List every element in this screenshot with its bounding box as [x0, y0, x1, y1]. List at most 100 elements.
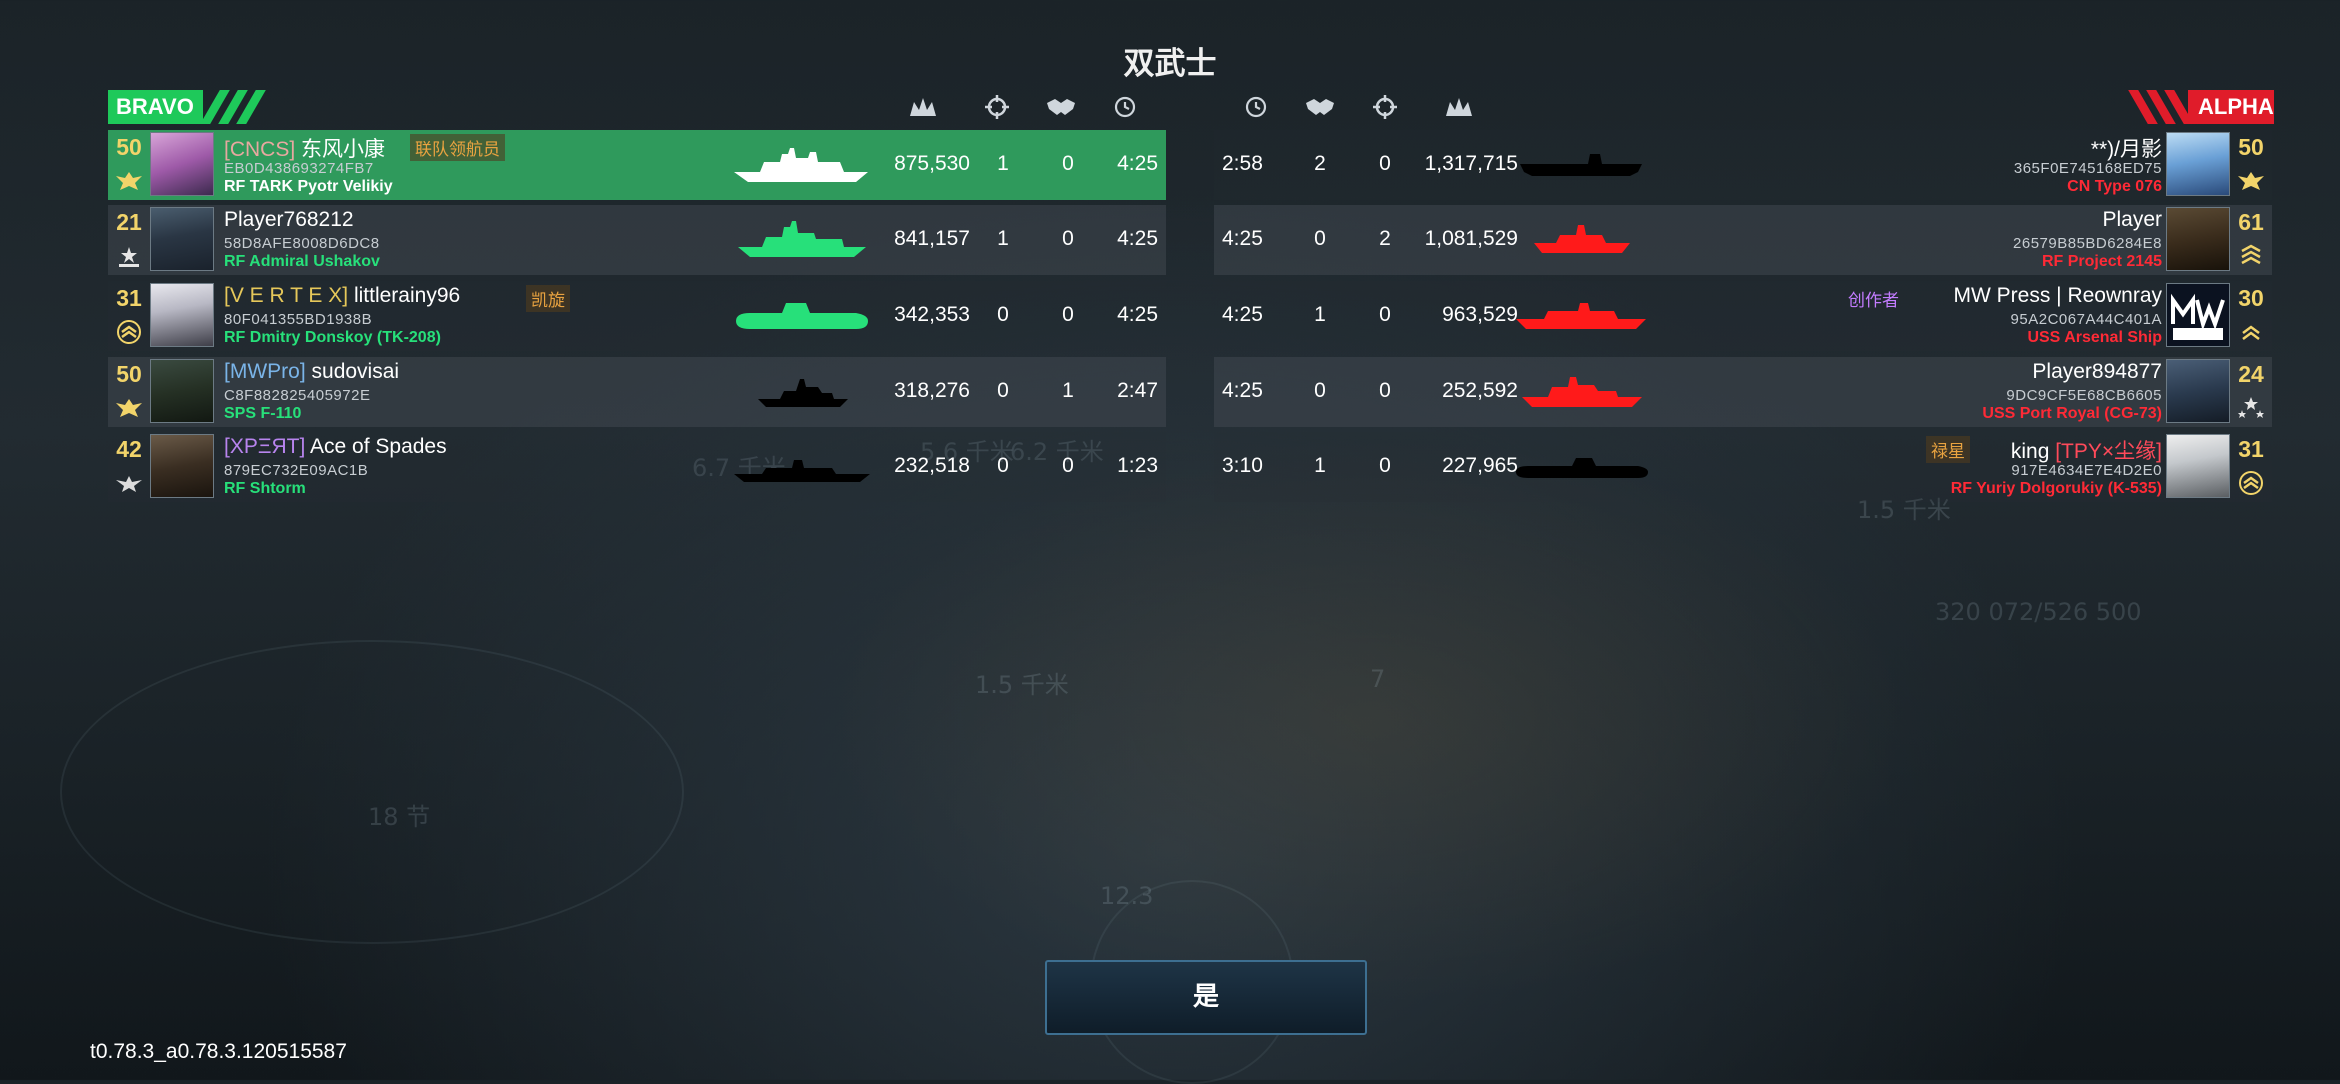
player-name: MW Press | Reownray — [1953, 284, 2163, 307]
ship-name: RF Yuriy Dolgorukiy (K-535) — [1950, 480, 2162, 497]
player-name: 东风小康 — [301, 138, 386, 161]
player-name-line: [MWPro] sudovisai — [224, 360, 399, 384]
rank-eagle-icon — [2238, 172, 2264, 190]
damage-value: 252,592 — [1442, 379, 1518, 402]
ship-silhouette-icon — [1522, 377, 1642, 407]
time-value: 4:25 — [1222, 227, 1263, 250]
alpha-player-row[interactable]: 4:25 0 2 1,081,529 Player 26579B85BD6284… — [1214, 205, 2272, 275]
kills-value: 0 — [1379, 152, 1391, 175]
alpha-player-row[interactable]: 4:25 1 0 963,529 创作者 MW Press | Reownray… — [1214, 281, 2272, 351]
damage-value: 342,353 — [894, 303, 970, 326]
rank-eagle-icon — [116, 399, 142, 417]
alpha-player-row[interactable]: 4:25 0 0 252,592 Player894877 9DC9CF5E68… — [1214, 357, 2272, 427]
kills-value: 0 — [1379, 379, 1391, 402]
assists-value: 1 — [1314, 303, 1326, 326]
damage-value: 1,081,529 — [1424, 227, 1518, 250]
rank-chevron-icon — [117, 320, 141, 344]
player-id: 80F041355BD1938B — [224, 311, 373, 328]
avatar — [150, 283, 214, 347]
damage-value: 875,530 — [894, 152, 970, 175]
player-level: 50 — [2238, 134, 2264, 160]
title-badge: 凯旋 — [526, 285, 570, 312]
player-level: 30 — [2238, 285, 2264, 311]
submarine-silhouette-icon — [736, 303, 868, 329]
player-name: **)/月影 — [2090, 138, 2162, 161]
rank-chevron-icon — [2239, 471, 2263, 495]
clock-icon — [1245, 96, 1267, 118]
clock-icon — [1114, 96, 1136, 118]
damage-value: 318,276 — [894, 379, 970, 402]
avatar — [150, 359, 214, 423]
clan-tag: [MWPro] — [224, 360, 306, 383]
submarine-silhouette-icon — [1516, 458, 1648, 478]
player-name-line: Player894877 — [2032, 360, 2162, 384]
team-label: BRAVO — [108, 90, 203, 124]
player-name-line: Player768212 — [224, 208, 354, 232]
player-name-line: king [TPY×尘缘] — [2011, 435, 2162, 465]
mw-press-logo — [2171, 293, 2225, 340]
player-name-line: [CNCS] 东风小康 — [224, 133, 385, 163]
bg-hud-number: 12.3 — [1100, 882, 1154, 910]
bravo-player-row[interactable]: 42 [XPΞЯT] Ace of Spades 879EC732E09AC1B… — [108, 432, 1166, 502]
player-name: Player — [2102, 208, 2162, 231]
player-level: 31 — [116, 285, 142, 311]
avatar — [2166, 359, 2230, 423]
crosshair-icon — [985, 95, 1009, 119]
creator-badge: 创作者 — [1848, 291, 1899, 311]
ship-name: SPS F-110 — [224, 405, 302, 422]
rank-stars-icon — [2238, 397, 2264, 418]
assists-value: 0 — [1062, 454, 1074, 477]
time-value: 4:25 — [1117, 227, 1158, 250]
time-value: 2:47 — [1117, 379, 1158, 402]
avatar — [150, 207, 214, 271]
kills-value: 0 — [1379, 303, 1391, 326]
bravo-player-row[interactable]: 21 Player768212 58D8AFE8008D6DC8 RF Admi… — [108, 205, 1166, 275]
level-indicator: 24 — [2232, 357, 2270, 427]
clan-tag: [V E R T E X] — [224, 284, 349, 307]
player-name-line: MW Press | Reownray — [1954, 284, 2163, 308]
rank-stripes-icon — [2241, 244, 2261, 265]
player-id: 26579B85BD6284E8 — [2013, 235, 2162, 252]
bg-hp-readout: 320 072/526 500 — [1935, 598, 2142, 626]
avatar — [150, 434, 214, 498]
player-name: littlerainy96 — [353, 284, 461, 307]
avatar — [2166, 434, 2230, 498]
crosshair-icon — [1373, 95, 1397, 119]
bravo-player-row[interactable]: 50 [MWPro] sudovisai C8F882825405972E SP… — [108, 357, 1166, 427]
alpha-player-row[interactable]: 2:58 2 0 1,317,715 **)/月影 365F0E745168ED… — [1214, 130, 2272, 200]
damage-value: 1,317,715 — [1424, 152, 1518, 175]
title-badge: 禄星 — [1926, 436, 1970, 463]
rank-wings-icon — [116, 476, 142, 492]
damage-value: 232,518 — [894, 454, 970, 477]
confirm-button[interactable]: 是 — [1045, 960, 1367, 1035]
title-badge: 联队领航员 — [410, 134, 505, 161]
kills-value: 0 — [997, 379, 1009, 402]
time-value: 4:25 — [1222, 379, 1263, 402]
kills-value: 0 — [1379, 454, 1391, 477]
player-level: 24 — [2238, 361, 2264, 387]
ship-silhouette-icon — [1534, 225, 1630, 253]
bravo-player-row[interactable]: 50 [CNCS] 东风小康 联队领航员 EB0D438693274FB7 RF… — [108, 130, 1166, 200]
player-level: 50 — [116, 134, 142, 160]
alpha-player-row[interactable]: 3:10 1 0 227,965 禄星 king [TPY×尘缘] 917E46… — [1214, 432, 2272, 502]
time-value: 1:23 — [1117, 454, 1158, 477]
ship-name: USS Port Royal (CG-73) — [1982, 405, 2162, 422]
rank-eagle-icon — [116, 172, 142, 190]
ship-silhouette-icon — [734, 460, 870, 482]
damage-value: 227,965 — [1442, 454, 1518, 477]
player-level: 42 — [116, 436, 142, 462]
rank-chevron-icon — [2242, 325, 2260, 340]
player-level: 50 — [116, 361, 142, 387]
ship-name: USS Arsenal Ship — [2027, 329, 2162, 346]
carrier-silhouette-icon — [1520, 154, 1642, 176]
player-level: 31 — [2238, 436, 2264, 462]
player-name-line: Player — [2102, 208, 2162, 232]
player-level: 21 — [116, 209, 142, 235]
handshake-icon — [1047, 99, 1075, 115]
player-name: sudovisai — [311, 360, 400, 383]
level-indicator: 30 — [2232, 281, 2270, 351]
level-indicator: 31 — [2232, 432, 2270, 502]
bravo-player-row[interactable]: 31 [V E R T E X] littlerainy96 凯旋 80F041… — [108, 281, 1166, 351]
player-name: king — [2010, 440, 2050, 463]
version-label: t0.78.3_a0.78.3.120515587 — [90, 1040, 347, 1063]
